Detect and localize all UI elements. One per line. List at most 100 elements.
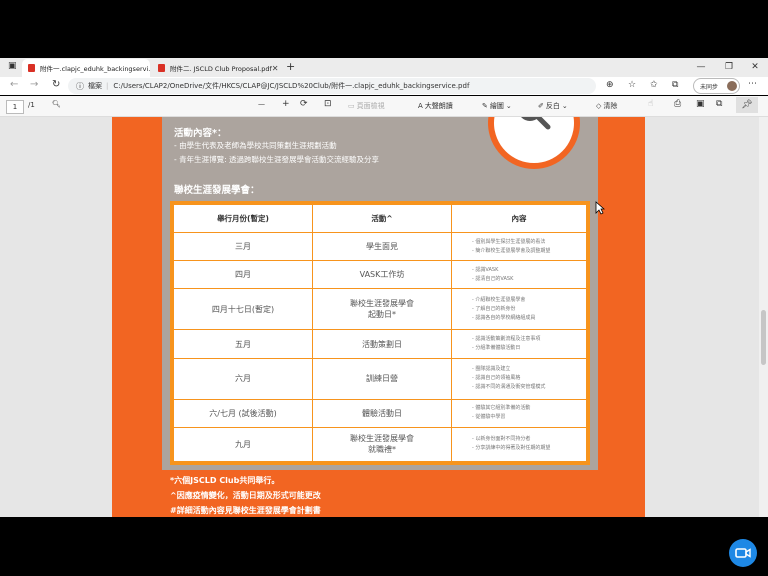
- magnifier-illustration: [488, 117, 580, 169]
- read-aloud-icon: A: [418, 102, 423, 110]
- highlight-label: 反白: [545, 102, 560, 110]
- highlight-icon: ✐: [538, 102, 544, 110]
- column-header: 活動^: [312, 204, 452, 233]
- section-title-jscld: 聯校生涯發展學會：: [174, 185, 260, 196]
- search-icon: [521, 117, 551, 130]
- page-number-input[interactable]: 1: [6, 100, 24, 114]
- table-header-row: 舉行月份(暫定) 活動^ 內容: [173, 204, 587, 233]
- back-icon[interactable]: ←: [10, 79, 18, 90]
- tab-label: 附件一.clapjc_eduhk_backingservi...: [40, 65, 150, 73]
- content-cell: - 認識活動策劃流程及注意事項 - 分組準備體驗活動日: [451, 329, 587, 359]
- table-row: 五月 活動策劃日 - 認識活動策劃流程及注意事項 - 分組準備體驗活動日: [173, 329, 587, 359]
- month-cell: 三月: [173, 231, 313, 262]
- print-icon[interactable]: ⎙: [674, 99, 681, 109]
- activity-cell: 體驗活動日: [312, 398, 452, 428]
- new-tab-button[interactable]: +: [286, 60, 295, 73]
- video-camera-icon: [735, 548, 751, 558]
- tab-annex-one[interactable]: 附件一.clapjc_eduhk_backingservi... ✕: [22, 59, 150, 77]
- column-header: 舉行月份(暫定): [173, 204, 313, 233]
- page-view-label: 頁面檢視: [356, 102, 385, 110]
- content-line: - 從體驗中學習: [472, 414, 506, 421]
- pin-toolbar-icon[interactable]: 📌︎: [736, 97, 758, 113]
- search-icon[interactable]: 🔍︎: [52, 100, 61, 108]
- month-cell: 九月: [173, 426, 313, 463]
- table-row: 六月 訓練日營 - 團隊認識及建立 - 認識自己的領袖風格 - 認識不同的溝通及衝突…: [173, 357, 587, 400]
- restore-button[interactable]: ❐: [718, 58, 740, 77]
- content-line: - 了解自己的新身份: [472, 305, 516, 312]
- highlight-button[interactable]: ✐ 反白 ⌄: [538, 101, 568, 111]
- scrollbar-thumb[interactable]: [761, 310, 766, 365]
- touch-icon[interactable]: ☝: [648, 99, 653, 109]
- table-row: 四月十七日(暫定) 聯校生涯發展學會 起動日* - 介紹聯校生涯發展學會 - 了解…: [173, 288, 587, 331]
- month-cell: 四月十七日(暫定): [173, 288, 313, 331]
- content-cell: - 認識VASK - 認清自己的VASK: [451, 260, 587, 290]
- activity-cell: 活動策劃日: [312, 329, 452, 359]
- footnote: #詳細活動內容見聯校生涯發展學會計劃書: [170, 506, 321, 515]
- address-field[interactable]: ⓘ 檔案 | C:/Users/CLAP2/OneDrive/文件/HKCS/C…: [68, 78, 596, 94]
- month-cell: 六月: [173, 357, 313, 400]
- content-line: - 認識VASK: [472, 266, 499, 273]
- more-menu-icon[interactable]: ⋯: [748, 79, 757, 89]
- zoom-in-button[interactable]: +: [282, 99, 290, 109]
- chevron-down-icon: ⌄: [505, 102, 512, 110]
- separator: |: [106, 82, 109, 90]
- content-cell: - 以新身份面對不同持分者 - 分享訓練中的得著及對任期的期望: [451, 426, 587, 463]
- save-as-icon[interactable]: ⧉: [716, 99, 722, 109]
- content-cell: - 體驗其它組別準備的活動 - 從體驗中學習: [451, 398, 587, 428]
- save-icon[interactable]: ▣: [696, 99, 705, 109]
- bullet-line: - 由學生代表及老師為學校共同策劃生涯規劃活動: [174, 141, 337, 150]
- activity-cell: 訓練日營: [312, 357, 452, 400]
- mouse-cursor-icon: [595, 201, 605, 215]
- activity-cell: 學生面見: [312, 231, 452, 262]
- content-line: - 以新身份面對不同持分者: [472, 436, 531, 443]
- content-cell: - 個別與學生探討生涯發展的看法 - 簡介聯校生涯發展學會及調整期望: [451, 231, 587, 262]
- table-row: 三月 學生面見 - 個別與學生探討生涯發展的看法 - 簡介聯校生涯發展學會及調整期…: [173, 231, 587, 262]
- zoom-out-button[interactable]: —: [258, 100, 265, 108]
- tab-annex-two[interactable]: 附件二. JSCLD Club Proposal.pdf ✕: [152, 59, 280, 77]
- section-title-activities: 活動內容*：: [174, 128, 227, 139]
- read-aloud-label: 大聲朗讀: [424, 102, 453, 110]
- black-border: [0, 517, 768, 576]
- activity-cell: VASK工作坊: [312, 260, 452, 290]
- tab-label: 附件二. JSCLD Club Proposal.pdf: [170, 65, 272, 73]
- tab-bar: ▣ 附件一.clapjc_eduhk_backingservi... ✕ 附件二…: [0, 58, 768, 77]
- fit-icon[interactable]: ⊡: [324, 99, 332, 109]
- content-line: - 團隊認識及建立: [472, 366, 511, 373]
- read-aloud-button[interactable]: A 大聲朗讀: [418, 101, 453, 111]
- bullet-line: - 青年生涯博覽: 透過跨聯校生涯發展學會活動交流經驗及分享: [174, 155, 379, 164]
- page-view-button[interactable]: ▭ 頁面檢視: [348, 101, 385, 111]
- erase-button[interactable]: ◇ 清除: [596, 101, 617, 111]
- rotate-icon[interactable]: ⟳: [300, 99, 308, 109]
- table-row: 九月 聯校生涯發展學會 就職禮* - 以新身份面對不同持分者 - 分享訓練中的得著…: [173, 426, 587, 463]
- content-line: - 介紹聯校生涯發展學會: [472, 296, 526, 303]
- forward-icon[interactable]: →: [30, 79, 38, 90]
- pdf-toolbar: 1 /1 🔍︎ — + ⟳ ⊡ ▭ 頁面檢視 A 大聲朗讀 ✎ 繪圖 ⌄ ✐ 反白 ⌄ ◇ 清…: [0, 96, 768, 117]
- content-line: - 認識各自的學校網絡組成員: [472, 314, 536, 321]
- profile-button[interactable]: 未同步: [693, 78, 740, 94]
- close-tab-icon[interactable]: ✕: [272, 64, 279, 73]
- content-cell: - 介紹聯校生涯發展學會 - 了解自己的新身份 - 認識各自的學校網絡組成員: [451, 288, 587, 331]
- content-line: - 簡介聯校生涯發展學會及調整期望: [472, 247, 551, 254]
- refresh-icon[interactable]: ↻: [52, 79, 60, 90]
- content-line: - 認清自己的VASK: [472, 275, 514, 282]
- camera-record-button[interactable]: [729, 539, 757, 567]
- tab-actions-icon[interactable]: ▣: [8, 61, 17, 71]
- erase-label: 清除: [603, 102, 618, 110]
- close-window-button[interactable]: ✕: [744, 58, 766, 77]
- content-line: - 認識自己的領袖風格: [472, 375, 521, 382]
- info-icon: ⓘ: [76, 81, 84, 91]
- favorite-icon[interactable]: ☆: [628, 80, 636, 90]
- collections-icon[interactable]: ⧉: [672, 80, 678, 90]
- url-text: C:/Users/CLAP2/OneDrive/文件/HKCS/CLAP@JC/…: [113, 82, 470, 90]
- draw-label: 繪圖: [489, 102, 504, 110]
- content-line: - 個別與學生探討生涯發展的看法: [472, 238, 546, 245]
- zoom-icon[interactable]: ⊕: [606, 80, 614, 90]
- month-cell: 四月: [173, 260, 313, 290]
- draw-button[interactable]: ✎ 繪圖 ⌄: [482, 101, 512, 111]
- minimize-button[interactable]: —: [690, 58, 712, 77]
- footnote: *六個JSCLD Club共同舉行。: [170, 476, 280, 485]
- table-row: 六/七月 (試後活動) 體驗活動日 - 體驗其它組別準備的活動 - 從體驗中學習: [173, 398, 587, 428]
- pdf-page: 活動內容*： - 由學生代表及老師為學校共同策劃生涯規劃活動 - 青年生涯博覽:…: [112, 117, 645, 517]
- draw-icon: ✎: [482, 102, 488, 110]
- favorites-icon[interactable]: ✩: [650, 80, 658, 90]
